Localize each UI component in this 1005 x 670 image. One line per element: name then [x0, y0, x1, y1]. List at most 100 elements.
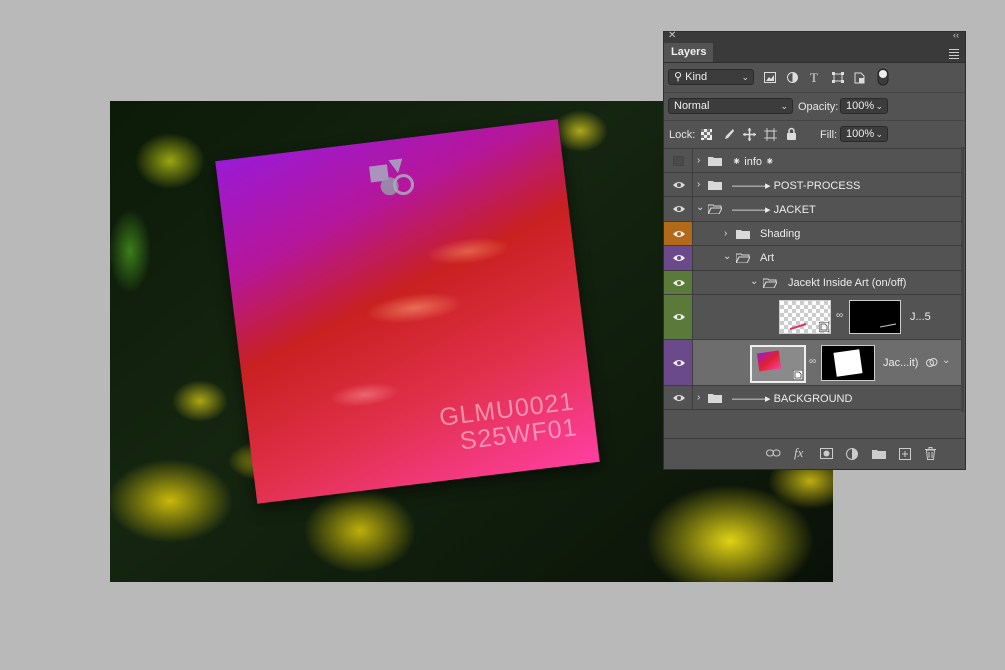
layer-row[interactable]: › ———▸ POST-PROCESS [664, 173, 962, 197]
visibility-toggle[interactable] [664, 340, 693, 385]
chevron-right-icon[interactable]: › [697, 179, 700, 190]
layer-name: Jac...it) [883, 357, 919, 369]
smart-object-badge-icon [819, 322, 829, 332]
album-jacket-artwork: GLMU0021 S25WF01 [215, 119, 600, 504]
layer-name: Art [760, 252, 775, 264]
pixel-filter-icon[interactable] [764, 72, 776, 83]
chevron-down-icon[interactable]: ⌄ [723, 251, 731, 262]
layers-panel: ✕ ‹‹ Layers ⚲ Kind ⌄ T Normal ⌄ Opacity:… [663, 30, 966, 470]
lock-transparency-icon[interactable] [701, 129, 712, 140]
lock-artboard-icon[interactable] [764, 128, 777, 141]
filter-toggle-icon[interactable] [877, 68, 889, 86]
smart-filter-icon[interactable] [926, 357, 938, 368]
visibility-toggle[interactable] [664, 246, 693, 270]
layer-row[interactable]: ⌄ ———▸ JACKET [664, 197, 962, 222]
layer-name: ———▸ POST-PROCESS [732, 180, 861, 192]
type-filter-icon[interactable]: T [810, 70, 818, 86]
panel-title-strip: ✕ ‹‹ [664, 30, 965, 43]
lock-label: Lock: [669, 129, 696, 141]
layer-row[interactable]: › ———▸ BACKGROUND [664, 386, 962, 410]
new-layer-icon[interactable] [899, 448, 911, 460]
fill-value: 100% [846, 128, 875, 140]
lock-all-icon[interactable] [786, 127, 797, 140]
open-folder-icon [736, 253, 750, 263]
panel-menu-icon[interactable] [949, 47, 959, 61]
hidden-visibility-box [673, 156, 684, 166]
opacity-field[interactable]: 100% ⌄ [840, 98, 888, 114]
chevron-down-icon: ⌄ [780, 101, 788, 111]
add-mask-icon[interactable] [820, 448, 833, 459]
trash-icon[interactable] [925, 447, 936, 460]
eye-icon [673, 395, 685, 401]
layer-row-selected[interactable]: ∞ Jac...it) ⌄ [664, 340, 962, 386]
layer-thumbnail [750, 345, 806, 383]
panel-tab-bar: Layers [664, 43, 965, 63]
chevron-down-icon[interactable]: ⌄ [696, 202, 704, 213]
layer-row[interactable]: ⌄ Art [664, 246, 962, 271]
chain-link-icon[interactable]: ∞ [809, 356, 816, 367]
chevron-down-icon[interactable]: ⌄ [750, 276, 758, 287]
layer-name: ———▸ BACKGROUND [732, 393, 853, 405]
visibility-toggle[interactable] [664, 197, 693, 221]
fill-label: Fill: [820, 129, 838, 141]
folder-icon [708, 394, 722, 403]
shape-filter-icon[interactable] [832, 72, 844, 83]
filter-row: ⚲ Kind ⌄ T [664, 63, 965, 92]
chevron-down-icon: ⌄ [741, 72, 749, 82]
folder-icon [708, 181, 722, 190]
layers-scrollbar[interactable] [961, 147, 964, 412]
chevron-right-icon[interactable]: › [697, 155, 700, 166]
visibility-toggle[interactable] [664, 295, 693, 339]
layer-row[interactable]: › Shading [664, 222, 962, 246]
mask-shape [833, 349, 863, 377]
eye-icon [673, 182, 685, 188]
mask-thumbnail[interactable] [821, 345, 875, 381]
new-adjustment-icon[interactable] [846, 448, 858, 460]
collapse-icon[interactable]: ‹‹ [953, 30, 959, 40]
layer-name: J...5 [910, 311, 931, 323]
visibility-toggle[interactable] [664, 173, 693, 196]
chain-link-icon[interactable]: ∞ [836, 310, 843, 321]
fx-icon[interactable]: fx [794, 445, 803, 461]
open-folder-icon [708, 204, 722, 214]
mask-thumbnail[interactable] [849, 300, 901, 334]
panel-bottom-toolbar: fx [664, 438, 965, 469]
eye-icon [673, 255, 685, 261]
chevron-right-icon[interactable]: › [724, 228, 727, 239]
layer-name: ⁕ info ⁕ [732, 156, 775, 168]
lock-position-icon[interactable] [743, 128, 756, 141]
visibility-toggle[interactable] [664, 222, 693, 245]
layer-row[interactable]: ∞ J...5 [664, 295, 962, 340]
thumbnail-art [790, 323, 807, 330]
lock-row: Lock: Fill: 100% ⌄ [664, 121, 965, 148]
chevron-down-icon[interactable]: ⌄ [942, 355, 950, 366]
chevron-down-icon: ⌄ [875, 129, 883, 139]
search-icon: ⚲ [674, 71, 683, 83]
filter-kind-select[interactable]: ⚲ Kind ⌄ [668, 69, 754, 85]
open-folder-icon [763, 278, 777, 288]
filter-kind-label: Kind [685, 71, 708, 83]
layer-row[interactable]: › ⁕ info ⁕ [664, 149, 962, 173]
blend-mode-select[interactable]: Normal ⌄ [668, 98, 793, 114]
blend-mode-value: Normal [674, 100, 710, 112]
smart-object-filter-icon[interactable] [854, 72, 865, 84]
layer-row[interactable]: ⌄ Jacekt Inside Art (on/off) [664, 271, 962, 295]
visibility-toggle[interactable] [664, 386, 693, 409]
mask-art [880, 323, 897, 328]
link-layers-icon[interactable] [766, 449, 781, 458]
blend-row: Normal ⌄ Opacity: 100% ⌄ [664, 93, 965, 120]
opacity-value: 100% [846, 100, 875, 112]
new-group-icon[interactable] [872, 449, 886, 459]
adjustment-filter-icon[interactable] [787, 72, 798, 83]
visibility-toggle[interactable] [664, 271, 693, 294]
chevron-right-icon[interactable]: › [697, 392, 700, 403]
lock-brush-icon[interactable] [722, 128, 734, 140]
fill-field[interactable]: 100% ⌄ [840, 126, 888, 142]
visibility-toggle[interactable] [664, 149, 693, 172]
close-icon[interactable]: ✕ [668, 30, 676, 41]
chevron-down-icon: ⌄ [875, 101, 883, 111]
opacity-label: Opacity: [798, 101, 839, 113]
tab-layers[interactable]: Layers [664, 43, 714, 62]
eye-icon [673, 206, 685, 212]
eye-icon [673, 280, 685, 286]
